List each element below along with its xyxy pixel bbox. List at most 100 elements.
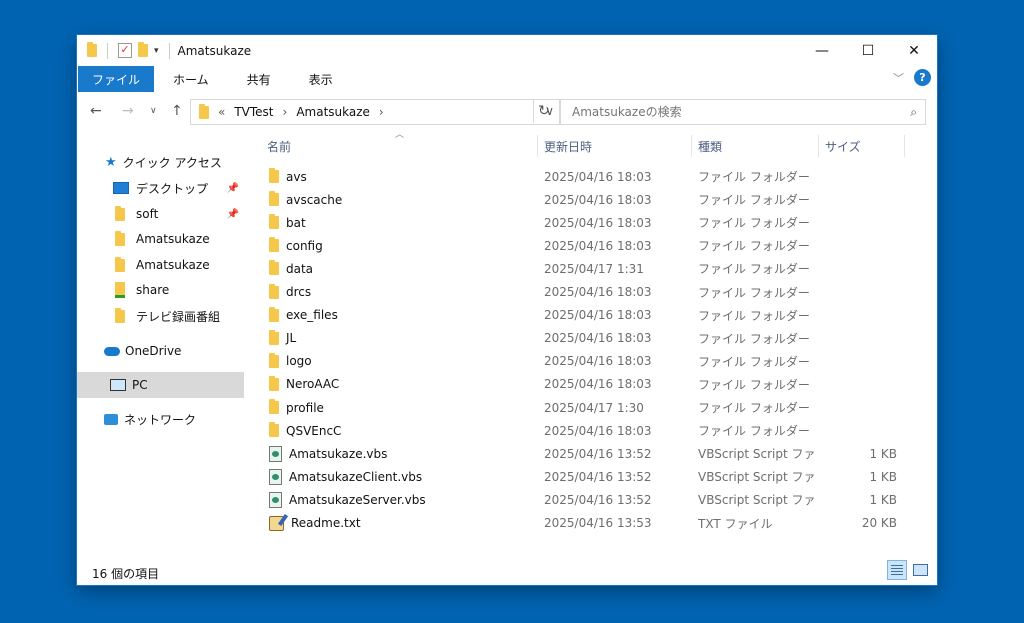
properties-check-icon[interactable]: ✓: [118, 43, 132, 58]
tab-file[interactable]: ファイル: [78, 66, 155, 92]
file-name-cell: config: [269, 237, 323, 253]
file-type: ファイル フォルダー: [698, 377, 810, 392]
tab-view[interactable]: 表示: [290, 66, 352, 92]
table-row[interactable]: AmatsukazeServer.vbs 2025/04/16 13:52 VBSc…: [261, 488, 911, 511]
column-divider[interactable]: [818, 135, 819, 157]
ribbon-right: ﹀ ?: [893, 69, 931, 86]
file-date: 2025/04/17 1:31: [544, 261, 644, 276]
breadcrumb-separator[interactable]: ›: [283, 105, 288, 119]
file-name: Amatsukaze.vbs: [289, 446, 388, 461]
maximize-button[interactable]: ☐: [845, 35, 891, 66]
table-row[interactable]: Amatsukaze.vbs 2025/04/16 13:52 VBScript S…: [261, 442, 911, 465]
refresh-button[interactable]: ↻: [533, 99, 554, 123]
nav-item-desktop[interactable]: デスクトップ 📌: [113, 176, 243, 200]
file-date: 2025/04/16 18:03: [544, 238, 652, 253]
column-header-size[interactable]: サイズ: [825, 133, 861, 159]
nav-pc[interactable]: PC: [77, 372, 244, 398]
file-name-cell: logo: [269, 352, 312, 368]
table-row[interactable]: data 2025/04/17 1:31 ファイル フォルダー: [261, 257, 911, 280]
quick-access-toolbar: ✓ ▾: [77, 42, 174, 59]
table-row[interactable]: exe_files 2025/04/16 18:03 ファイル フォルダー: [261, 304, 911, 327]
tab-home[interactable]: ホーム: [154, 66, 228, 92]
table-row[interactable]: avscache 2025/04/16 18:03 ファイル フォルダー: [261, 188, 911, 211]
details-view-button[interactable]: [887, 560, 907, 580]
address-overflow[interactable]: «: [218, 105, 225, 119]
table-row[interactable]: drcs 2025/04/16 18:03 ファイル フォルダー: [261, 281, 911, 304]
divider: [168, 42, 170, 59]
file-date: 2025/04/16 13:52: [544, 469, 652, 484]
file-type: ファイル フォルダー: [698, 216, 810, 231]
file-type: TXT ファイル: [698, 516, 773, 531]
forward-arrow-icon[interactable]: →: [122, 103, 134, 119]
file-name: QSVEncC: [286, 423, 342, 438]
file-type: VBScript Script ファ...: [698, 447, 814, 462]
up-arrow-icon[interactable]: ↑: [171, 103, 183, 119]
file-name: exe_files: [286, 308, 338, 323]
file-name: JL: [286, 331, 297, 346]
breadcrumb-tvtest[interactable]: TVTest: [234, 105, 273, 119]
nav-item-tv-recordings[interactable]: テレビ録画番組: [115, 304, 220, 328]
breadcrumb-amatsukaze[interactable]: Amatsukaze: [296, 105, 370, 119]
folder-icon: [269, 399, 279, 414]
breadcrumb-separator[interactable]: ›: [379, 105, 384, 119]
table-row[interactable]: AmatsukazeClient.vbs 2025/04/16 13:52 VBSc…: [261, 465, 911, 488]
recent-locations-chevron-icon[interactable]: ∨: [150, 106, 157, 116]
folder-icon: [115, 230, 125, 246]
address-bar[interactable]: « TVTest › Amatsukaze › ∨: [190, 99, 560, 125]
details-view-icon: [891, 565, 903, 575]
tab-share[interactable]: 共有: [228, 66, 290, 92]
table-row[interactable]: QSVEncC 2025/04/16 18:03 ファイル フォルダー: [261, 419, 911, 442]
column-header-type[interactable]: 種類: [698, 133, 722, 159]
search-input[interactable]: [570, 104, 911, 120]
nav-item-soft[interactable]: soft 📌: [115, 202, 243, 226]
nav-label: share: [136, 283, 170, 297]
folder-icon: [115, 307, 125, 323]
search-box[interactable]: ⌕: [560, 99, 926, 125]
file-date: 2025/04/16 18:03: [544, 215, 652, 230]
table-row[interactable]: logo 2025/04/16 18:03 ファイル フォルダー: [261, 350, 911, 373]
column-header-date[interactable]: 更新日時: [544, 133, 592, 159]
search-icon[interactable]: ⌕: [910, 105, 917, 120]
help-icon[interactable]: ?: [914, 69, 931, 86]
column-header-name[interactable]: 名前: [267, 133, 291, 159]
close-button[interactable]: ✕: [891, 35, 937, 66]
minimize-button[interactable]: —: [799, 35, 845, 66]
pin-icon: 📌: [226, 182, 239, 194]
nav-label: Amatsukaze: [136, 232, 210, 246]
table-row[interactable]: bat 2025/04/16 18:03 ファイル フォルダー: [261, 211, 911, 234]
table-row[interactable]: Readme.txt 2025/04/16 13:53 TXT ファイル 20 KB: [261, 512, 911, 535]
nav-item-share[interactable]: share: [115, 278, 169, 302]
column-divider[interactable]: [691, 135, 692, 157]
vbscript-file-icon: [269, 491, 282, 508]
column-divider[interactable]: [537, 135, 538, 157]
table-row[interactable]: avs 2025/04/16 18:03 ファイル フォルダー: [261, 165, 911, 188]
table-row[interactable]: profile 2025/04/17 1:30 ファイル フォルダー: [261, 396, 911, 419]
nav-item-amatsukaze[interactable]: Amatsukaze: [115, 253, 210, 277]
file-type: ファイル フォルダー: [698, 193, 810, 208]
back-arrow-icon[interactable]: ←: [90, 103, 102, 119]
customize-toolbar-icon[interactable]: ▾: [154, 46, 159, 56]
nav-item-amatsukaze[interactable]: Amatsukaze: [115, 227, 210, 251]
folder-icon: [269, 260, 279, 276]
table-row[interactable]: NeroAAC 2025/04/16 18:03 ファイル フォルダー: [261, 373, 911, 396]
table-row[interactable]: JL 2025/04/16 18:03 ファイル フォルダー: [261, 327, 911, 350]
nav-quick-access[interactable]: ★ クイック アクセス: [105, 150, 222, 174]
file-size: 20 KB: [861, 516, 897, 530]
file-type: ファイル フォルダー: [698, 170, 810, 184]
nav-label: soft: [136, 207, 159, 221]
new-folder-icon[interactable]: [138, 42, 148, 57]
ribbon: ファイル ホーム 共有 表示 ﹀ ?: [77, 66, 937, 92]
folder-icon: [269, 168, 279, 183]
file-name: AmatsukazeClient.vbs: [289, 469, 423, 484]
file-type: ファイル フォルダー: [698, 262, 810, 277]
nav-onedrive[interactable]: OneDrive: [104, 339, 181, 363]
nav-network[interactable]: ネットワーク: [104, 407, 196, 431]
window-title: Amatsukaze: [177, 43, 252, 58]
large-icons-view-button[interactable]: [910, 560, 930, 580]
chevron-down-icon[interactable]: ﹀: [893, 70, 904, 86]
table-row[interactable]: config 2025/04/16 18:03 ファイル フォルダー: [261, 234, 911, 257]
file-date: 2025/04/16 13:52: [544, 446, 652, 461]
column-divider[interactable]: [904, 135, 905, 157]
file-name: Readme.txt: [291, 516, 361, 530]
nav-label: OneDrive: [125, 344, 182, 358]
